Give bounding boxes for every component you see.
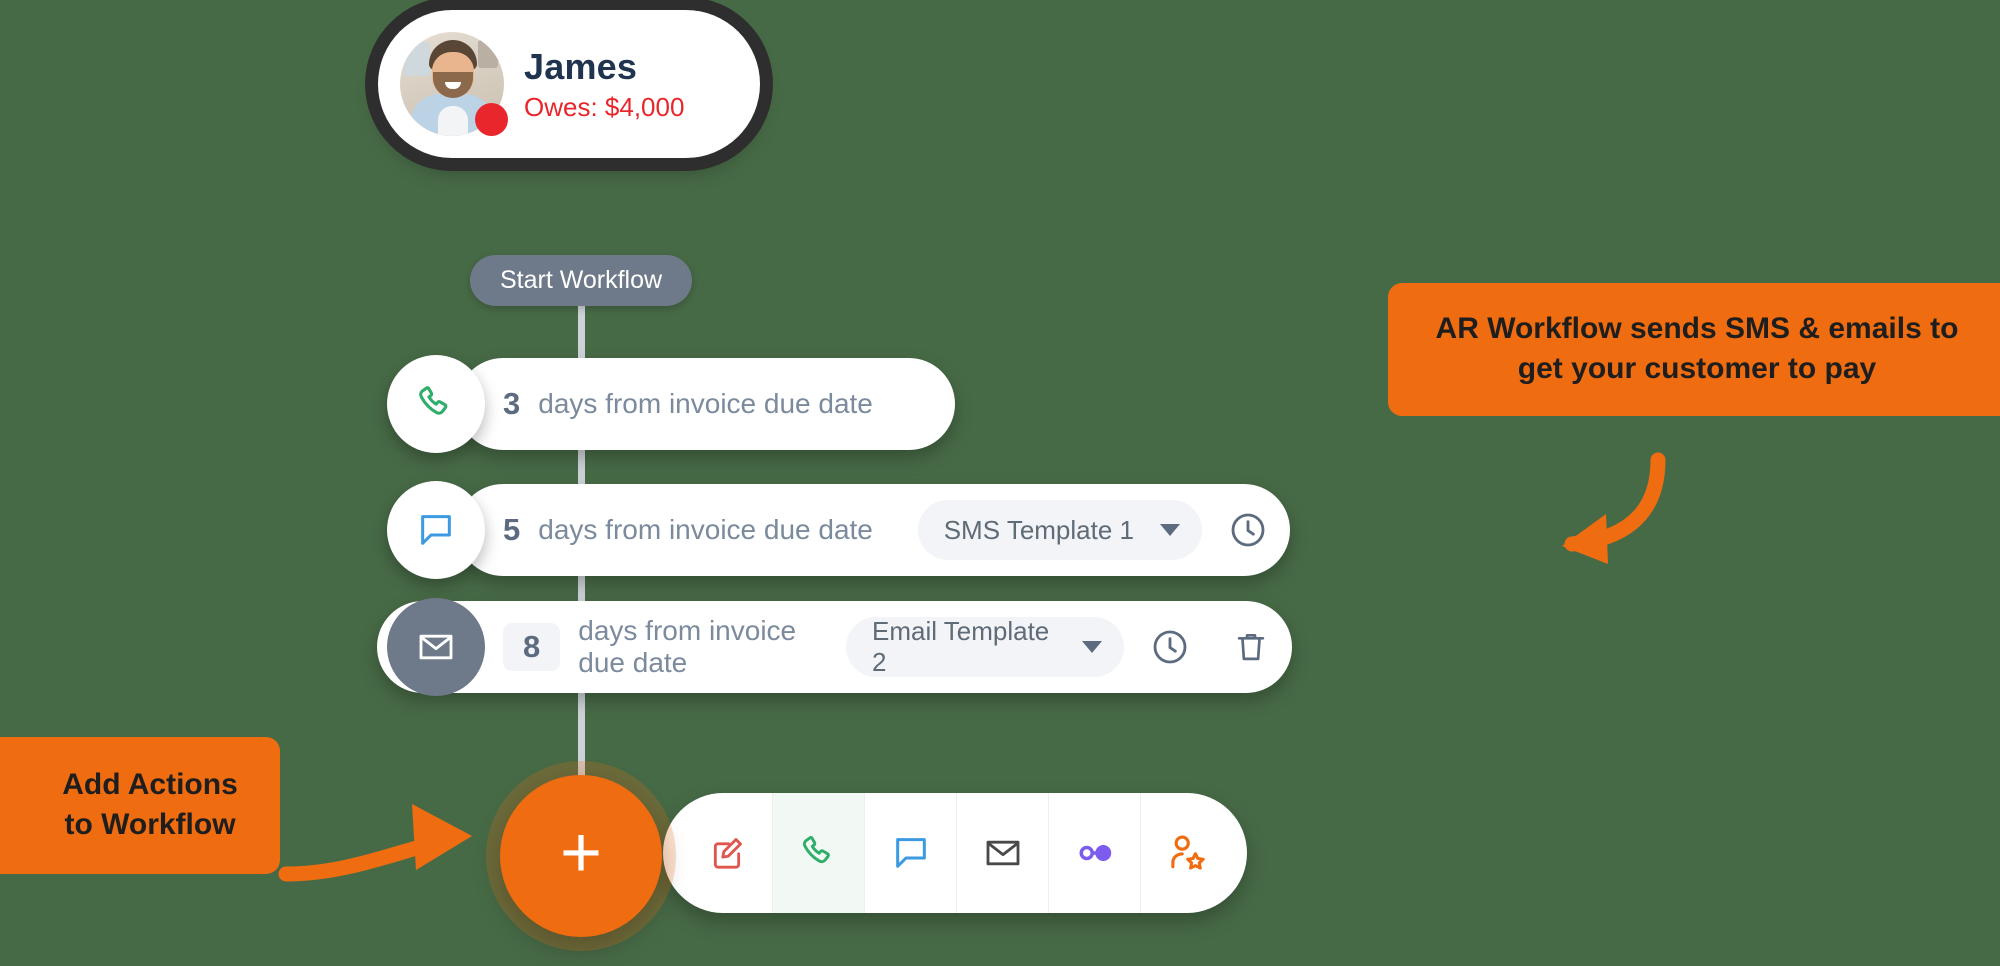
chevron-down-icon: [1160, 524, 1180, 536]
avatar: [400, 32, 508, 136]
row-delete-button[interactable]: [1232, 628, 1270, 666]
callout-left-arrow-icon: [278, 804, 472, 882]
email-template-value: Email Template 2: [872, 616, 1050, 677]
toolbar-item-call[interactable]: [773, 793, 865, 913]
workflow-row[interactable]: 8 days from invoice due date Email Templ…: [377, 598, 1292, 696]
row-channel-icon-email[interactable]: [387, 598, 485, 696]
callout-right-arrow-icon: [1562, 452, 1666, 564]
clock-icon: [1231, 513, 1265, 547]
phone-call-icon: [802, 835, 830, 864]
envelope-icon: [419, 634, 453, 660]
trash-icon: [1237, 633, 1265, 661]
row-content[interactable]: 5 days from invoice due date SMS Templat…: [457, 484, 1290, 576]
workflow-illustration: James Owes: $4,000 Start Workflow 3 days…: [0, 0, 2000, 966]
workflow-row[interactable]: 3 days from invoice due date: [387, 355, 955, 453]
callout-left: Add Actions to Workflow: [0, 737, 280, 875]
toolbar-item-note[interactable]: [663, 793, 773, 913]
row-channel-icon-phone[interactable]: [387, 355, 485, 453]
status-badge: [475, 103, 508, 136]
toolbar-item-connector[interactable]: [1049, 793, 1141, 913]
action-toolbar[interactable]: [663, 793, 1247, 913]
row-schedule-button[interactable]: [1228, 510, 1268, 550]
row-content[interactable]: 3 days from invoice due date: [457, 358, 955, 450]
sms-chat-icon: [895, 838, 926, 868]
sms-template-value: SMS Template 1: [943, 514, 1134, 545]
sms-template-dropdown[interactable]: SMS Template 1: [917, 500, 1202, 560]
row-days-label: days from invoice due date: [578, 615, 797, 678]
row-days-value[interactable]: 3: [503, 386, 520, 422]
chevron-down-icon: [1082, 641, 1102, 653]
row-channel-icon-sms[interactable]: [387, 481, 485, 579]
row-schedule-button[interactable]: [1150, 627, 1190, 667]
assign-user-star-icon: [1171, 835, 1205, 870]
edit-note-icon: [713, 838, 742, 869]
contact-card[interactable]: James Owes: $4,000: [378, 10, 760, 158]
plus-icon: +: [559, 812, 603, 893]
row-content[interactable]: 8 days from invoice due date Email Templ…: [377, 601, 1292, 693]
email-template-dropdown[interactable]: Email Template 2: [846, 616, 1124, 677]
workflow-row[interactable]: 5 days from invoice due date SMS Templat…: [387, 481, 1290, 579]
clock-icon: [1153, 630, 1187, 664]
email-icon: [986, 840, 1019, 866]
row-days-value[interactable]: 8: [503, 623, 561, 671]
add-action-button[interactable]: +: [500, 775, 662, 937]
chat-bubble-icon: [421, 515, 451, 545]
row-days-value[interactable]: 5: [503, 512, 520, 548]
toolbar-item-assign-user[interactable]: [1141, 793, 1247, 913]
contact-owes-amount: Owes: $4,000: [524, 91, 685, 122]
callout-right: AR Workflow sends SMS & emails to get yo…: [1388, 283, 2000, 417]
row-days-label: days from invoice due date: [538, 388, 873, 419]
toolbar-item-sms[interactable]: [865, 793, 957, 913]
contact-name: James: [524, 45, 638, 87]
connector-toggle-icon: [1079, 845, 1111, 861]
start-workflow-pill[interactable]: Start Workflow: [470, 255, 693, 306]
row-days-label: days from invoice due date: [538, 514, 873, 545]
phone-icon: [419, 386, 448, 415]
toolbar-item-email[interactable]: [957, 793, 1049, 913]
